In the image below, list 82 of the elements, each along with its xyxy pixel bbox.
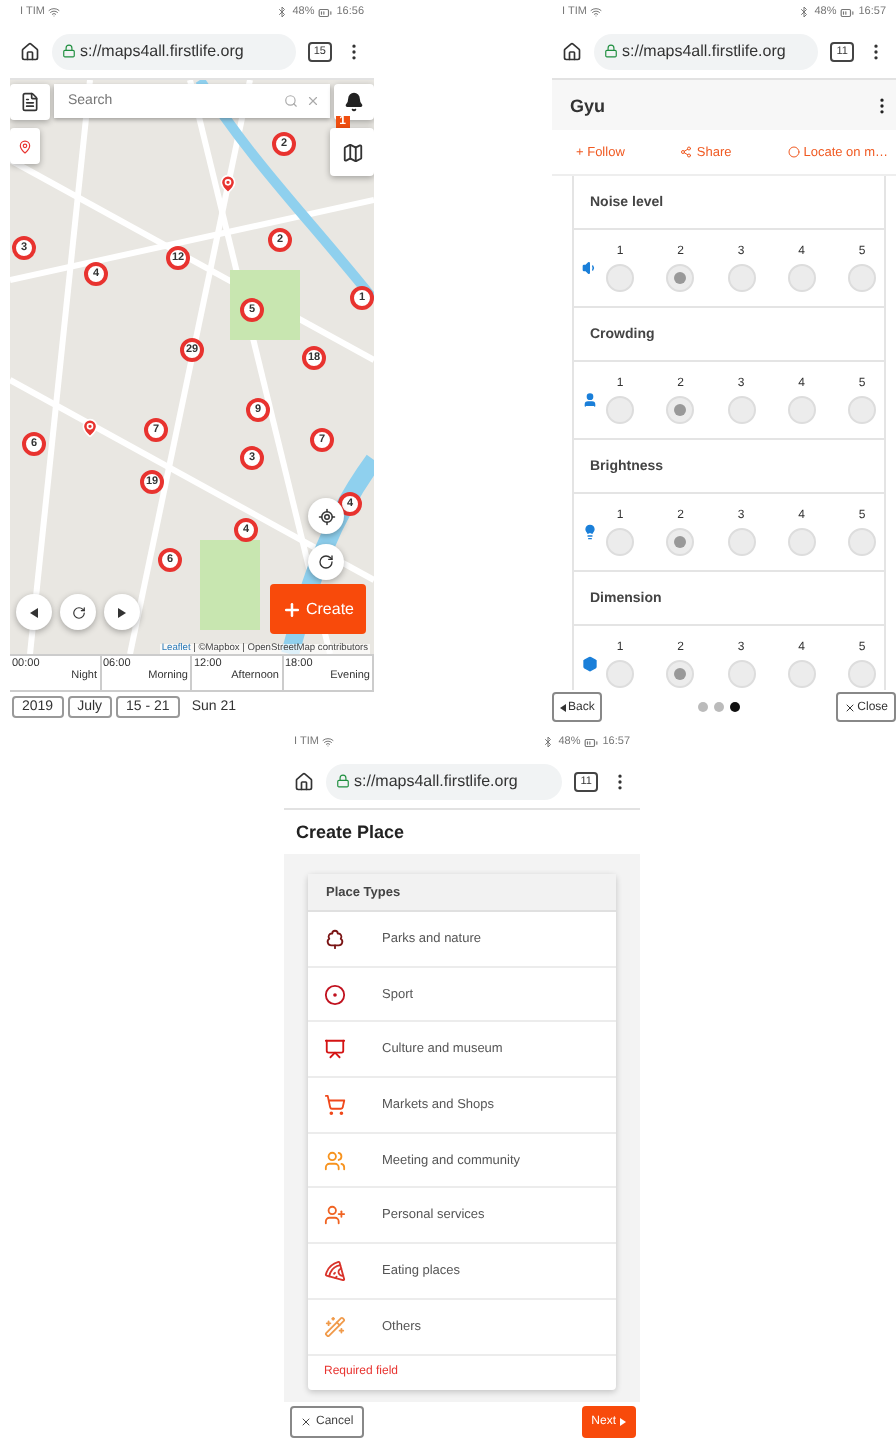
rating-radio[interactable] [606, 395, 634, 423]
locate-button[interactable] [308, 498, 344, 534]
rating-radio[interactable] [848, 659, 876, 687]
previous-button[interactable] [16, 594, 52, 630]
document-icon [20, 92, 40, 112]
bell-icon [344, 92, 364, 112]
sport-icon [324, 983, 346, 1006]
refresh-button[interactable] [308, 544, 344, 580]
plus-icon [282, 599, 302, 619]
notifications-button[interactable] [334, 84, 374, 120]
wifi-icon [322, 736, 335, 748]
url-bar[interactable]: s://maps4all.firstlife.org [326, 763, 563, 799]
others-icon [324, 1315, 346, 1338]
home-icon[interactable] [20, 41, 40, 61]
bluetooth-icon [276, 6, 289, 18]
rating-radio[interactable] [666, 263, 695, 291]
rating-radio[interactable] [787, 263, 816, 291]
close-icon [843, 701, 856, 713]
place-title: Gyu [570, 95, 606, 115]
wifi-icon [48, 6, 61, 18]
url-bar[interactable]: s://maps4all.firstlife.org [594, 33, 819, 69]
map-pin-icon[interactable] [218, 174, 238, 194]
map-layers-button[interactable] [330, 128, 374, 176]
personal-icon [324, 1204, 346, 1227]
rating-radio[interactable] [787, 659, 816, 687]
rating-radio[interactable] [787, 527, 816, 555]
rating-radio[interactable] [727, 395, 755, 423]
battery-icon [318, 5, 333, 19]
rating-radio[interactable] [666, 395, 695, 423]
search-icon[interactable] [284, 94, 298, 108]
rating-radio[interactable] [666, 527, 695, 555]
next-button[interactable] [104, 594, 140, 630]
crowding-icon [582, 392, 598, 408]
share-icon [680, 146, 693, 158]
clear-icon[interactable] [306, 94, 320, 108]
crosshair-icon [317, 507, 335, 525]
eating-icon [324, 1259, 346, 1282]
rating-radio[interactable] [727, 659, 755, 687]
circle-icon [787, 146, 800, 158]
page-dot[interactable] [698, 702, 708, 712]
page-dot[interactable] [730, 702, 740, 712]
rating-radio[interactable] [727, 527, 755, 555]
right-triangle-icon [118, 607, 126, 617]
page-dot[interactable] [714, 702, 724, 712]
rating-radio[interactable] [848, 395, 876, 423]
meeting-icon [324, 1149, 346, 1172]
battery-icon [840, 5, 855, 19]
page-title: Create Place [294, 820, 407, 846]
menu-button[interactable] [10, 84, 50, 120]
right-triangle-icon [620, 1417, 626, 1425]
noise-icon [582, 260, 598, 276]
location-pin-button[interactable] [10, 128, 40, 164]
create-button[interactable]: Create [270, 584, 366, 634]
bluetooth-icon [542, 736, 555, 748]
dimension-icon [582, 656, 598, 672]
wifi-icon [590, 6, 603, 18]
rating-radio[interactable] [787, 395, 816, 423]
map-pin-icon [18, 139, 32, 153]
rating-radio[interactable] [727, 263, 755, 291]
markets-icon [324, 1093, 346, 1116]
home-icon[interactable] [562, 41, 582, 61]
battery-icon [584, 735, 599, 749]
rating-radio[interactable] [848, 527, 876, 555]
refresh-icon [71, 605, 85, 619]
culture-icon [324, 1038, 346, 1061]
left-triangle-icon [560, 703, 566, 711]
rating-radio[interactable] [666, 659, 695, 687]
reload-button[interactable] [60, 594, 96, 630]
parks-icon [324, 927, 346, 950]
left-triangle-icon [30, 607, 38, 617]
home-icon[interactable] [294, 771, 314, 791]
folded-map-icon [341, 141, 363, 163]
rating-radio[interactable] [848, 263, 876, 291]
rating-radio[interactable] [606, 527, 634, 555]
rating-radio[interactable] [606, 659, 634, 687]
bluetooth-icon [798, 6, 811, 18]
close-icon [300, 1415, 312, 1427]
url-bar[interactable]: s://maps4all.firstlife.org [52, 33, 296, 69]
brightness-icon [582, 524, 598, 540]
map-pin-icon[interactable] [80, 418, 100, 438]
refresh-icon [318, 554, 334, 570]
rating-radio[interactable] [606, 263, 634, 291]
